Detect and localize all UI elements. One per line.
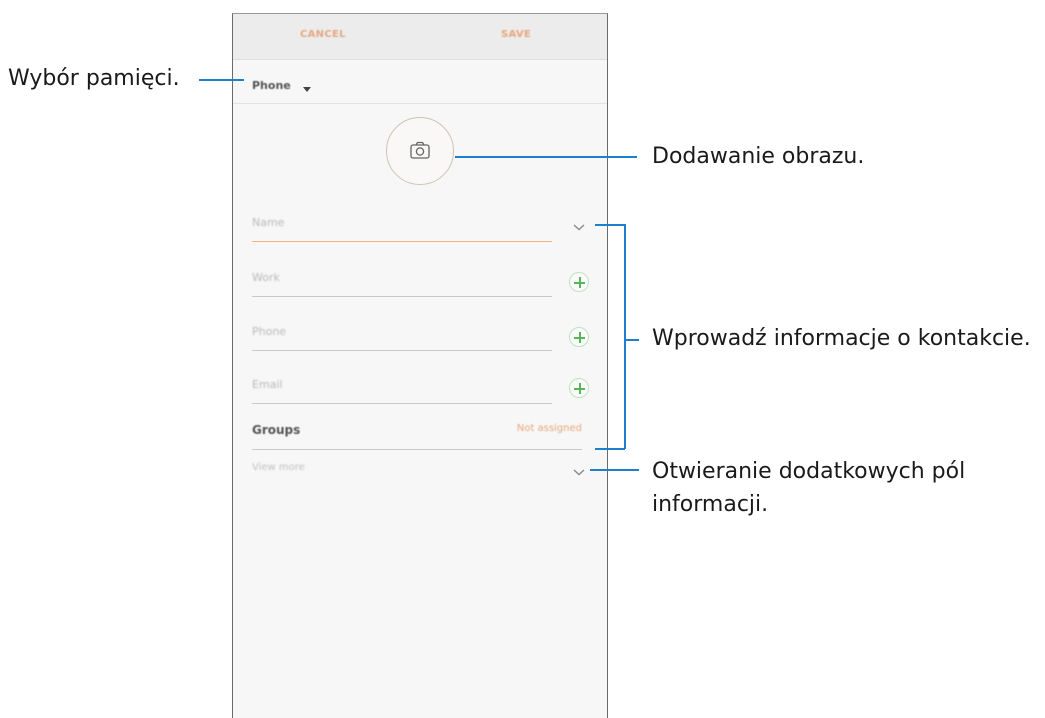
- storage-label: Phone: [252, 79, 291, 92]
- phone-underline: [252, 350, 552, 351]
- email-underline: [252, 403, 552, 404]
- work-placeholder: Work: [252, 271, 280, 284]
- bracket-tick: [624, 339, 639, 341]
- camera-icon: [410, 141, 430, 159]
- callout-more-line: [590, 469, 639, 471]
- name-underline: [252, 240, 552, 242]
- add-phone-button[interactable]: [569, 327, 589, 347]
- phone-field[interactable]: Phone: [252, 321, 552, 351]
- work-field[interactable]: Work: [252, 267, 552, 297]
- email-field[interactable]: Email: [252, 374, 552, 404]
- bracket-vertical: [624, 224, 626, 449]
- callout-info: Wprowadź informacje o kontakcie.: [652, 326, 1031, 351]
- callout-more-line1: Otwieranie dodatkowych pól: [652, 459, 966, 484]
- email-placeholder: Email: [252, 378, 283, 391]
- name-field[interactable]: Name: [252, 212, 552, 242]
- cancel-button[interactable]: CANCEL: [300, 29, 346, 40]
- groups-label: Groups: [252, 423, 301, 437]
- name-placeholder: Name: [252, 216, 285, 229]
- callout-storage: Wybór pamięci.: [8, 66, 180, 91]
- add-email-button[interactable]: [569, 378, 589, 398]
- work-underline: [252, 296, 552, 297]
- phone-screen: CANCEL SAVE Phone Name Work Phone Email …: [232, 13, 608, 718]
- add-work-button[interactable]: [569, 272, 589, 292]
- view-more-link[interactable]: View more: [252, 462, 305, 473]
- phone-placeholder: Phone: [252, 325, 287, 338]
- callout-image: Dodawanie obrazu.: [652, 144, 865, 169]
- groups-value: Not assigned: [516, 423, 582, 434]
- groups-underline: [252, 449, 582, 450]
- bracket-top: [595, 224, 625, 226]
- callout-image-line: [455, 156, 637, 158]
- save-button[interactable]: SAVE: [501, 29, 531, 40]
- callout-storage-line: [199, 79, 244, 81]
- bracket-bottom: [595, 448, 625, 450]
- name-expand-chevron-icon[interactable]: [572, 222, 586, 232]
- dropdown-caret-icon: [303, 87, 311, 92]
- add-photo-button[interactable]: [386, 117, 454, 185]
- view-more-chevron-icon[interactable]: [572, 467, 586, 477]
- action-bar: CANCEL SAVE: [233, 14, 607, 60]
- groups-row[interactable]: Groups Not assigned: [252, 416, 582, 450]
- storage-selector[interactable]: Phone: [233, 60, 607, 104]
- callout-more-line2: informacji.: [652, 492, 769, 517]
